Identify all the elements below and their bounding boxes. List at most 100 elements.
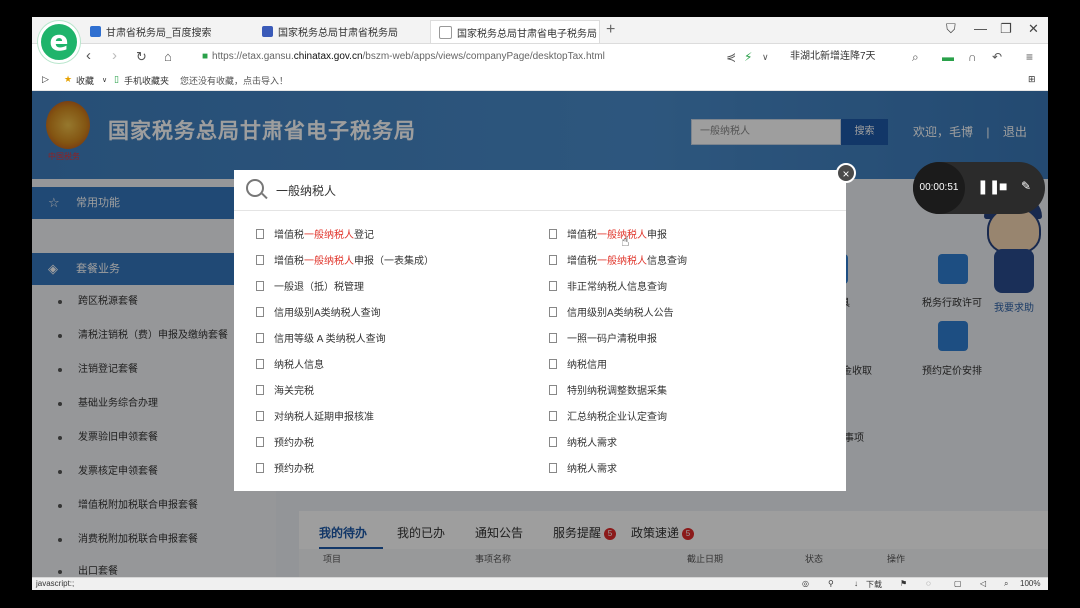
search-icon <box>246 179 264 197</box>
search-result-item[interactable]: 纳税信用 <box>549 356 607 376</box>
search-result-item[interactable]: 纳税人需求 <box>549 434 617 454</box>
search-result-item[interactable]: 纳税人信息 <box>256 356 324 376</box>
headphone-icon[interactable]: ∩ <box>968 48 977 66</box>
globe-icon[interactable]: ◎ <box>802 579 809 588</box>
search-result-item[interactable]: 非正常纳税人信息查询 <box>549 278 667 298</box>
download-icon[interactable]: ↓ <box>854 579 858 588</box>
speed-icon[interactable]: ⚡ <box>744 48 752 66</box>
recording-timer: 00:00:51 <box>913 162 965 214</box>
result-text-pre: 非正常纳税人信息查询 <box>567 282 667 293</box>
sidebar-toggle-icon[interactable]: ▷ <box>42 74 49 85</box>
close-modal-button[interactable]: × <box>836 163 856 183</box>
bookmarks-collection[interactable]: 收藏 <box>76 74 94 87</box>
url-domain: chinatax.gov.cn <box>293 51 363 62</box>
download-label[interactable]: 下载 <box>866 579 882 590</box>
modal-search-bar[interactable]: 一般纳税人 <box>234 170 846 211</box>
restore-icon[interactable]: ❐ <box>1000 21 1012 37</box>
document-icon <box>256 437 264 447</box>
search-result-item[interactable]: 增值税一般纳税人申报 <box>549 226 667 246</box>
result-text-hl: 一般纳税人 <box>304 256 354 267</box>
battery-icon[interactable]: ▬ <box>942 48 954 66</box>
document-icon <box>549 359 557 369</box>
news-ticker[interactable]: 非湖北新增连降7天 <box>790 48 876 66</box>
result-text-pre: 一照一码户清税申报 <box>567 334 657 345</box>
forward-icon[interactable]: › <box>112 47 117 64</box>
bookmark-hint[interactable]: 您还没有收藏，点击导入！ <box>180 74 288 87</box>
apps-grid-icon[interactable]: ⊞ <box>1028 74 1036 85</box>
zoom-icon[interactable]: ⌕ <box>1004 579 1008 589</box>
search-result-item[interactable]: 汇总纳税企业认定查询 <box>549 408 667 428</box>
search-result-item[interactable]: 信用级别A类纳税人查询 <box>256 304 381 324</box>
tab-bar: 甘肃省税务局_百度搜索 国家税务总局甘肃省税务局 国家税务总局甘肃省电子税务局 … <box>32 17 1048 44</box>
document-icon <box>256 229 264 239</box>
mobile-bookmarks[interactable]: 手机收藏夹 <box>124 74 169 87</box>
menu-icon[interactable]: ≡ <box>1026 48 1033 66</box>
document-icon <box>549 385 557 395</box>
new-tab-button[interactable]: + <box>606 20 615 40</box>
browser-window: 甘肃省税务局_百度搜索 国家税务总局甘肃省税务局 国家税务总局甘肃省电子税务局 … <box>32 17 1048 590</box>
url-prefix: https://etax.gansu. <box>212 51 294 62</box>
document-icon <box>256 333 264 343</box>
chevron-down-icon[interactable]: ∨ <box>762 48 769 66</box>
speaker-icon[interactable]: ◁ <box>980 579 986 588</box>
search-result-item[interactable]: 信用等级 A 类纳税人查询 <box>256 330 386 350</box>
search-result-item[interactable]: 一般退（抵）税管理 <box>256 278 364 298</box>
circle-icon[interactable]: ◌ <box>926 579 931 588</box>
stop-icon[interactable]: ■ <box>999 178 1007 194</box>
pause-icon[interactable]: ❚❚ <box>977 178 1000 195</box>
document-icon <box>549 333 557 343</box>
minimize-icon[interactable]: — <box>974 21 987 36</box>
url-path: /bszm-web/apps/views/companyPage/desktop… <box>362 51 605 62</box>
result-text-pre: 信用级别A类纳税人公告 <box>567 308 674 319</box>
search-result-item[interactable]: 特别纳税调整数据采集 <box>549 382 667 402</box>
search-result-item[interactable]: 预约办税 <box>256 434 314 454</box>
zoom-level[interactable]: 100% <box>1020 579 1040 588</box>
search-result-item[interactable]: 信用级别A类纳税人公告 <box>549 304 674 324</box>
share-icon[interactable]: ⋞ <box>726 48 736 66</box>
search-result-item[interactable]: 增值税一般纳税人信息查询 <box>549 252 687 272</box>
document-icon <box>549 229 557 239</box>
close-tab-icon[interactable]: × <box>597 26 599 38</box>
search-result-item[interactable]: 纳税人需求 <box>549 460 617 480</box>
pen-icon[interactable]: ✎ <box>1021 179 1031 193</box>
result-text-pre: 汇总纳税企业认定查询 <box>567 412 667 423</box>
browser-tab-2[interactable]: 国家税务总局甘肃省税务局 <box>254 20 429 43</box>
search-result-item[interactable]: 一照一码户清税申报 <box>549 330 657 350</box>
search-result-item[interactable]: 预约办税 <box>256 460 314 480</box>
search-result-item[interactable]: 海关完税 <box>256 382 314 402</box>
search-result-item[interactable]: 增值税一般纳税人登记 <box>256 226 374 246</box>
document-icon <box>549 255 557 265</box>
home-icon[interactable]: ⌂ <box>164 49 172 64</box>
browser-tab-1[interactable]: 甘肃省税务局_百度搜索 <box>82 20 252 43</box>
flag-icon[interactable]: ⚑ <box>900 579 907 588</box>
tab-title: 国家税务总局甘肃省税务局 <box>278 28 398 39</box>
reload-icon[interactable]: ↻ <box>136 49 147 65</box>
window-icon[interactable]: ▢ <box>954 579 962 588</box>
undo-icon[interactable]: ↶ <box>992 48 1002 66</box>
search-results-modal: 一般纳税人 增值税一般纳税人登记增值税一般纳税人申报（一表集成） 一般退（抵）税管… <box>234 170 846 491</box>
result-text-pre: 一般退（抵）税管理 <box>274 282 364 293</box>
document-icon <box>256 385 264 395</box>
back-icon[interactable]: ‹ <box>86 47 91 64</box>
result-text-pre: 信用级别A类纳税人查询 <box>274 308 381 319</box>
chevron-down-icon[interactable]: ∨ <box>102 76 107 84</box>
modal-search-query[interactable]: 一般纳税人 <box>276 182 336 199</box>
address-bar: ‹ › ↻ ⌂ ■ https://etax.gansu.chinatax.gov… <box>32 44 1048 71</box>
search-icon[interactable]: ⌕ <box>912 48 919 66</box>
document-icon <box>256 307 264 317</box>
lock-icon: ■ <box>202 51 209 62</box>
result-text-hl: 一般纳税人 <box>304 230 354 241</box>
skin-icon[interactable]: ⛉ <box>946 21 956 37</box>
search-result-item[interactable]: 对纳税人延期申报核准 <box>256 408 374 428</box>
result-text-post: 登记 <box>354 230 374 241</box>
result-text-post: 申报 <box>647 230 667 241</box>
result-text-pre: 预约办税 <box>274 464 314 475</box>
page-favicon-icon <box>439 25 452 39</box>
browser-tab-3-active[interactable]: 国家税务总局甘肃省电子税务局 × <box>430 20 600 43</box>
url-field[interactable]: ■ https://etax.gansu.chinatax.gov.cn/bszm… <box>202 48 722 66</box>
close-window-icon[interactable]: ✕ <box>1028 21 1039 37</box>
pin-icon[interactable]: ⚲ <box>828 579 834 588</box>
status-url: javascript:; <box>36 579 75 588</box>
search-result-item[interactable]: 增值税一般纳税人申报（一表集成） <box>256 252 434 272</box>
result-text-pre: 海关完税 <box>274 386 314 397</box>
